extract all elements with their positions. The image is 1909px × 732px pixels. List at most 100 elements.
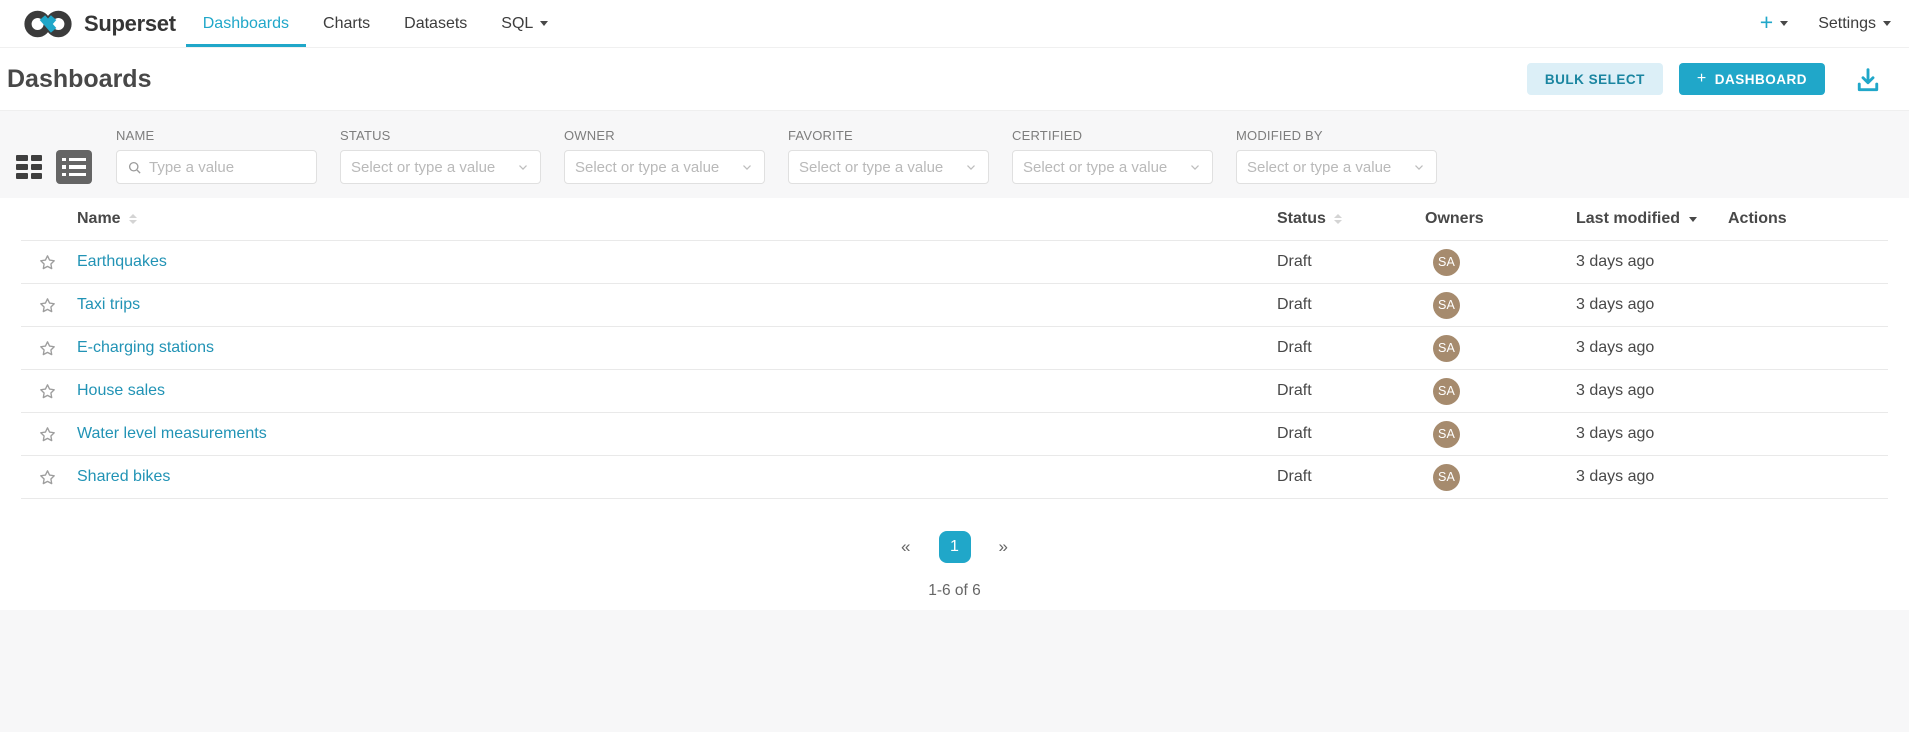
export-dashboards-button[interactable] [1853,64,1883,94]
main-nav-tabs: Dashboards Charts Datasets SQL [186,0,566,47]
list-view-toggle-icon[interactable] [56,150,92,184]
filter-label: STATUS [340,128,541,143]
search-icon [127,160,142,175]
dashboard-name-link[interactable]: Shared bikes [77,468,170,485]
pagination: « 1 » [0,531,1909,563]
owner-avatar: SA [1433,378,1460,405]
last-modified-column-header[interactable]: Last modified [1576,210,1728,228]
pagination-next-button[interactable]: » [993,533,1014,561]
superset-logo-home-link[interactable]: Superset [22,0,176,47]
page-title: Dashboards [7,65,151,94]
owner-avatar: SA [1433,249,1460,276]
actions-column-header: Actions [1728,210,1888,228]
chevron-down-icon [516,160,530,174]
last-modified-value: 3 days ago [1576,339,1654,356]
filter-label: MODIFIED BY [1236,128,1437,143]
sort-icon [1334,214,1342,224]
name-search-input[interactable] [149,159,306,176]
owner-avatar: SA [1433,464,1460,491]
name-search-box [116,150,317,184]
last-modified-value: 3 days ago [1576,468,1654,485]
filter-bar: NAME STATUS Select or type a value OWNER… [0,110,1909,198]
table-row: Earthquakes Draft SA 3 days ago [21,241,1888,284]
bulk-select-button[interactable]: BULK SELECT [1527,63,1663,95]
chevron-down-icon [740,160,754,174]
chevron-down-icon [964,160,978,174]
modified-by-filter-select[interactable]: Select or type a value [1236,150,1437,184]
chevron-down-icon [1412,160,1426,174]
dashboard-name-link[interactable]: House sales [77,382,165,399]
nav-spacer [565,0,1759,47]
owners-column-header: Owners [1425,210,1576,228]
filter-owner: OWNER Select or type a value [564,128,765,184]
pagination-page-1-button[interactable]: 1 [939,531,971,563]
chevron-down-icon [1188,160,1202,174]
card-view-toggle-icon[interactable] [16,155,42,179]
pagination-prev-button[interactable]: « [895,533,916,561]
table-row: Shared bikes Draft SA 3 days ago [21,456,1888,499]
sort-desc-icon [1689,217,1697,222]
dashboards-list-section: Name Status Owners Last modified Actions [0,198,1909,610]
plus-icon: + [1697,70,1707,88]
top-nav: Superset Dashboards Charts Datasets SQL … [0,0,1909,48]
favorite-star-icon[interactable] [38,339,57,358]
last-modified-value: 3 days ago [1576,382,1654,399]
filter-favorite: FAVORITE Select or type a value [788,128,989,184]
last-modified-value: 3 days ago [1576,296,1654,313]
sort-icon [129,214,137,224]
filter-label: CERTIFIED [1012,128,1213,143]
filter-label: FAVORITE [788,128,989,143]
favorite-star-icon[interactable] [38,253,57,272]
nav-tab-charts[interactable]: Charts [306,0,387,47]
owner-avatar: SA [1433,292,1460,319]
status-value: Draft [1277,382,1312,399]
status-value: Draft [1277,296,1312,313]
status-filter-select[interactable]: Select or type a value [340,150,541,184]
superset-infinity-logo-icon [22,8,74,40]
favorite-filter-select[interactable]: Select or type a value [788,150,989,184]
table-row: House sales Draft SA 3 days ago [21,370,1888,413]
caret-down-icon [540,21,548,26]
table-body: Earthquakes Draft SA 3 days ago Taxi tri… [21,241,1888,499]
dashboard-name-link[interactable]: Taxi trips [77,296,140,313]
settings-menu-button[interactable]: Settings [1818,15,1891,33]
dashboard-name-link[interactable]: E-charging stations [77,339,214,356]
new-item-menu-button[interactable]: + [1760,13,1788,34]
nav-tab-datasets[interactable]: Datasets [387,0,484,47]
pagination-summary: 1-6 of 6 [0,582,1909,600]
name-column-header[interactable]: Name [77,210,1277,228]
last-modified-value: 3 days ago [1576,253,1654,270]
table-row: Taxi trips Draft SA 3 days ago [21,284,1888,327]
favorite-star-icon[interactable] [38,468,57,487]
dashboard-name-link[interactable]: Earthquakes [77,253,167,270]
owner-filter-select[interactable]: Select or type a value [564,150,765,184]
filter-modified-by: MODIFIED BY Select or type a value [1236,128,1437,184]
filter-label: OWNER [564,128,765,143]
nav-right: + Settings [1760,0,1891,47]
nav-tab-dashboards[interactable]: Dashboards [186,0,306,47]
brand-name: Superset [84,11,176,37]
download-icon [1853,64,1883,94]
owner-avatar: SA [1433,335,1460,362]
filter-label: NAME [116,128,317,143]
filter-name: NAME [116,128,317,184]
nav-tab-sql[interactable]: SQL [484,0,565,47]
status-value: Draft [1277,425,1312,442]
owner-avatar: SA [1433,421,1460,448]
favorite-star-icon[interactable] [38,296,57,315]
filter-certified: CERTIFIED Select or type a value [1012,128,1213,184]
view-mode-toggle [16,150,92,184]
favorite-star-icon[interactable] [38,425,57,444]
filter-status: STATUS Select or type a value [340,128,541,184]
new-dashboard-button[interactable]: + DASHBOARD [1679,63,1825,95]
certified-filter-select[interactable]: Select or type a value [1012,150,1213,184]
status-value: Draft [1277,253,1312,270]
table-header-row: Name Status Owners Last modified Actions [21,198,1888,241]
page-header: Dashboards BULK SELECT + DASHBOARD [0,48,1909,110]
table-row: E-charging stations Draft SA 3 days ago [21,327,1888,370]
favorite-star-icon[interactable] [38,382,57,401]
table-row: Water level measurements Draft SA 3 days… [21,413,1888,456]
dashboard-name-link[interactable]: Water level measurements [77,425,267,442]
last-modified-value: 3 days ago [1576,425,1654,442]
status-column-header[interactable]: Status [1277,210,1425,228]
